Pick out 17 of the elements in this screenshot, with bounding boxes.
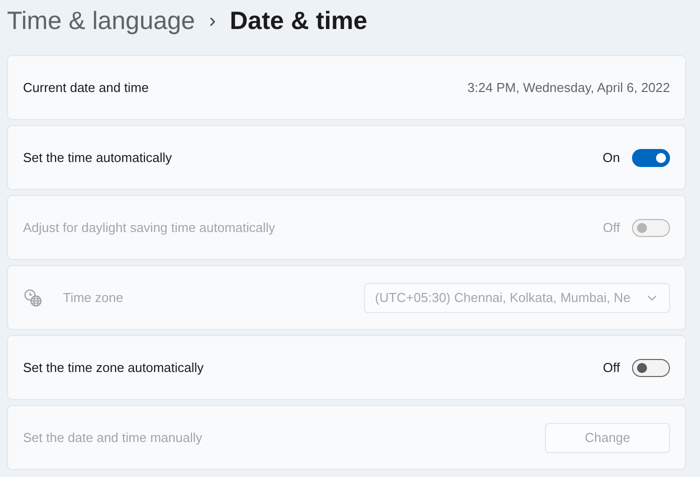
setting-label: Current date and time bbox=[23, 80, 149, 95]
chevron-down-icon bbox=[647, 294, 657, 300]
toggle-switch[interactable] bbox=[632, 148, 670, 166]
setting-label: Time zone bbox=[63, 290, 124, 305]
toggle-switch[interactable] bbox=[632, 358, 670, 376]
setting-label: Set the time automatically bbox=[23, 150, 172, 165]
toggle-state-text: Off bbox=[602, 220, 620, 235]
toggle-state-text: Off bbox=[602, 360, 620, 375]
setting-label: Adjust for daylight saving time automatically bbox=[23, 220, 276, 235]
setting-label: Set the date and time manually bbox=[23, 430, 202, 445]
date-time-value: 3:24 PM, Wednesday, April 6, 2022 bbox=[467, 80, 670, 95]
setting-label: Set the time zone automatically bbox=[23, 360, 204, 375]
clock-globe-icon bbox=[23, 288, 43, 308]
toggle-state-text: On bbox=[602, 150, 620, 165]
page-title: Date & time bbox=[230, 6, 368, 36]
breadcrumb-parent[interactable]: Time & language bbox=[7, 6, 196, 36]
breadcrumb-separator: › bbox=[209, 10, 216, 32]
